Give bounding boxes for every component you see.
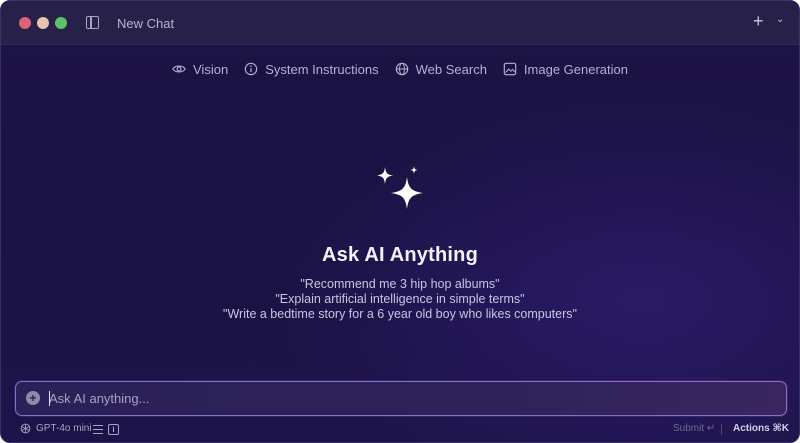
openai-icon (20, 423, 31, 434)
suggestion-item[interactable]: "Explain artificial intelligence in simp… (1, 292, 799, 307)
text-caret (49, 391, 50, 406)
chat-title: New Chat (117, 16, 175, 31)
footer-bar: GPT-4o mini i Submit ↵ Actions ⌘K (1, 423, 799, 439)
suggestion-list: "Recommend me 3 hip hop albums" "Explain… (1, 277, 799, 322)
model-name: GPT-4o mini (36, 423, 92, 434)
suggestion-item[interactable]: "Recommend me 3 hip hop albums" (1, 277, 799, 292)
info-icon[interactable]: i (108, 424, 119, 435)
prompt-input[interactable] (49, 388, 769, 408)
feature-web-search[interactable]: Web Search (395, 59, 487, 79)
image-icon (503, 62, 517, 76)
new-chat-button[interactable]: + (753, 11, 764, 31)
footer-divider (721, 424, 722, 435)
model-selector[interactable]: GPT-4o mini (20, 423, 92, 434)
suggestion-item[interactable]: "Write a bedtime story for a 6 year old … (1, 307, 799, 322)
submit-button[interactable]: Submit ↵ (673, 423, 715, 434)
feature-vision-label: Vision (193, 61, 229, 77)
menu-icon[interactable] (93, 425, 103, 434)
feature-bar: Vision System Instructions Web Search Im… (1, 59, 799, 79)
title-bar: New Chat + ⌄ (1, 1, 799, 45)
chevron-down-icon[interactable]: ⌄ (776, 14, 784, 25)
feature-vision[interactable]: Vision (172, 59, 228, 79)
app-window: New Chat + ⌄ Vision System Instructions (0, 0, 800, 443)
eye-icon (172, 65, 186, 73)
feature-web-search-label: Web Search (415, 61, 487, 77)
feature-image-generation-label: Image Generation (523, 61, 628, 77)
minimize-window-button[interactable] (37, 17, 49, 29)
close-window-button[interactable] (19, 17, 31, 29)
add-attachment-icon[interactable]: + (26, 391, 40, 405)
prompt-box: + (15, 381, 787, 416)
feature-system-instructions-label: System Instructions (265, 61, 379, 77)
hero-title: Ask AI Anything (322, 244, 478, 266)
sparkles-icon (377, 166, 423, 209)
actions-button[interactable]: Actions ⌘K (733, 423, 789, 434)
info-icon (244, 62, 258, 76)
feature-image-generation[interactable]: Image Generation (503, 59, 628, 79)
globe-icon (395, 62, 408, 76)
feature-system-instructions[interactable]: System Instructions (244, 59, 379, 79)
maximize-window-button[interactable] (55, 17, 67, 29)
sidebar-toggle-icon[interactable] (86, 16, 99, 29)
